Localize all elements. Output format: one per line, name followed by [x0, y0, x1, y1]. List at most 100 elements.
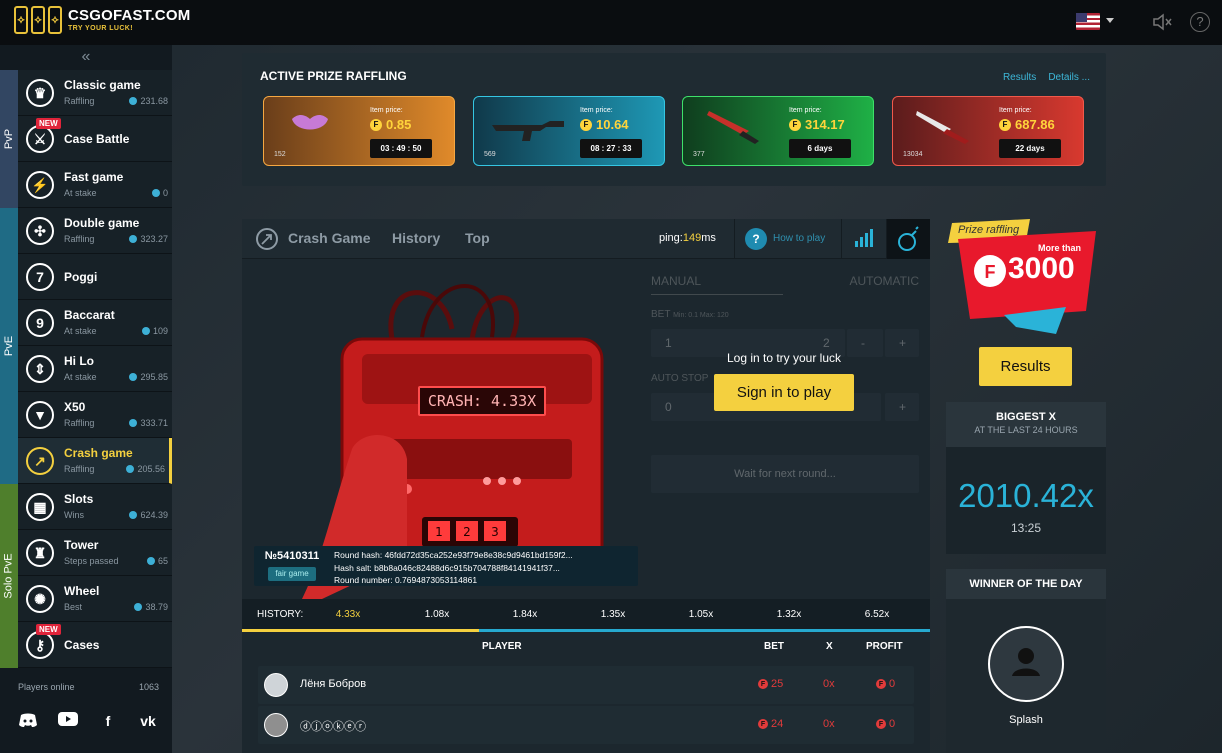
social-links: f vk	[18, 712, 158, 730]
tab-top[interactable]: Top	[465, 230, 490, 246]
tower-icon: ♜	[26, 539, 54, 567]
col-profit: PROFIT	[866, 641, 903, 652]
sidebar-item-cases[interactable]: ⚷ NEW Cases	[18, 622, 172, 668]
crash-arrow-icon: ↗	[26, 447, 54, 475]
player-name[interactable]: Лёня Бобров	[300, 678, 366, 690]
sidebar-item-wheel[interactable]: ✺ Wheel Best 38.79	[18, 576, 172, 622]
hash-salt: Hash salt: b8b8a046c82488d6c915b704788f8…	[334, 562, 560, 573]
youtube-icon[interactable]	[58, 712, 78, 730]
prize-timer: 08 : 27 : 33	[580, 139, 642, 158]
history-item[interactable]: 1.32x	[745, 609, 833, 620]
sidebar-item-sub: Steps passed	[64, 556, 119, 566]
sidebar-item-value: 0	[151, 188, 168, 198]
sidebar-item-value: 205.56	[126, 464, 165, 474]
sidebar-item-value: 333.71	[129, 418, 168, 428]
avatar[interactable]	[264, 673, 288, 697]
prize-raffling-promo[interactable]: F Prize raffling More than 3000	[946, 219, 1106, 339]
section-solo-pve: Solo PvE	[0, 484, 18, 668]
section-pve: PvE	[0, 208, 18, 484]
help-icon[interactable]: ?	[1190, 12, 1210, 32]
sidebar-item-value: 295.85	[129, 372, 168, 382]
prize-card[interactable]: Item price: F 10.64 08 : 27 : 33 569	[473, 96, 665, 166]
prize-card[interactable]: Item price: F 0.85 03 : 49 : 50 152	[263, 96, 455, 166]
round-id: №5410311	[264, 550, 320, 562]
player-name[interactable]: ⓓⓙⓞⓚⓔⓡ	[300, 718, 366, 734]
sidebar-item-double-game[interactable]: ✣ Double game Raffling 323.27	[18, 208, 172, 254]
vk-icon[interactable]: vk	[138, 712, 158, 730]
results-button[interactable]: Results	[979, 347, 1072, 386]
prize-results-link[interactable]: Results	[1003, 72, 1036, 83]
player-bet: F 25	[758, 678, 783, 690]
us-flag-icon[interactable]	[1076, 13, 1100, 30]
history-item[interactable]: 6.52x	[833, 609, 921, 620]
sidebar-item-poggi[interactable]: 7 Poggi	[18, 254, 172, 300]
signal-bars-icon[interactable]	[843, 219, 887, 259]
prize-timer: 6 days	[789, 139, 851, 158]
sidebar-item-slots[interactable]: ▦ Slots Wins 624.39	[18, 484, 172, 530]
sidebar-item-value: 38.79	[134, 602, 168, 612]
question-icon: ?	[745, 228, 767, 250]
sidebar-item-classic-game[interactable]: ♛ Classic game Raffling 231.68	[18, 70, 172, 116]
sidebar-item-sub: At stake	[64, 188, 97, 198]
prize-details-link[interactable]: Details ...	[1048, 72, 1090, 83]
wait-round-button[interactable]: Wait for next round...	[651, 455, 919, 493]
sidebar-item-fast-game[interactable]: ⚡ Fast game At stake 0	[18, 162, 172, 208]
sidebar-item-crash-game[interactable]: ↗ Crash game Raffling 205.56	[18, 438, 172, 484]
sidebar-item-sub: At stake	[64, 326, 97, 336]
autostop-increase-button[interactable]: +	[885, 393, 919, 421]
sidebar-item-tower[interactable]: ♜ Tower Steps passed 65	[18, 530, 172, 576]
prize-title: ACTIVE PRIZE RAFFLING	[260, 69, 407, 83]
tab-crash-game[interactable]: Crash Game	[288, 230, 370, 246]
history-item[interactable]: 4.33x	[304, 609, 392, 620]
speaker-muted-icon[interactable]	[1152, 12, 1174, 32]
tab-manual[interactable]: MANUAL	[651, 274, 701, 288]
winner-avatar[interactable]	[988, 626, 1064, 702]
winner-name[interactable]: Splash	[946, 714, 1106, 726]
login-overlay: Log in to try your luck Sign in to play	[714, 351, 854, 411]
prize-price: F 10.64	[580, 117, 629, 132]
collapse-sidebar-icon[interactable]: «	[0, 45, 172, 69]
biggest-x-panel: BIGGEST X AT THE LAST 24 HOURS 2010.42x …	[946, 402, 1106, 554]
history-item[interactable]: 1.05x	[657, 609, 745, 620]
section-pvp: PvP	[0, 70, 18, 208]
player-profit: F0	[876, 718, 895, 730]
bomb-icon[interactable]	[887, 219, 930, 259]
autostop-label: AUTO STOP	[651, 373, 709, 384]
history-item[interactable]: 1.35x	[569, 609, 657, 620]
sidebar-item-case-battle[interactable]: ⚔ NEW Case Battle	[18, 116, 172, 162]
history-item[interactable]: 1.08x	[393, 609, 481, 620]
avatar[interactable]	[264, 713, 288, 737]
bet-increase-button[interactable]: +	[885, 329, 919, 357]
game-tabs: Crash Game History Top ping:149ms ? How …	[242, 219, 930, 259]
sidebar-item-sub: At stake	[64, 372, 97, 382]
sidebar-item-hi-lo[interactable]: ⇕ Hi Lo At stake 295.85	[18, 346, 172, 392]
winner-of-day-panel: WINNER OF THE DAY Splash	[946, 569, 1106, 753]
tab-history[interactable]: History	[392, 230, 440, 246]
history-bar: HISTORY: 4.33x 1.08x 1.84x 1.35x 1.05x 1…	[242, 599, 930, 632]
history-item[interactable]: 1.84x	[481, 609, 569, 620]
sidebar-item-sub: Wins	[64, 510, 84, 520]
sidebar-item-baccarat[interactable]: 9 Baccarat At stake 109	[18, 300, 172, 346]
biggest-x-value: 2010.42x	[958, 477, 1094, 514]
svg-text:3: 3	[491, 525, 499, 539]
sidebar-item-sub: Raffling	[64, 418, 95, 428]
knife-icon	[916, 111, 969, 144]
logo[interactable]: ⟡ ⟡ ⟡ CSGOFAST.COM TRY YOUR LUCK!	[14, 6, 190, 34]
prize-card[interactable]: Item price: F 687.86 22 days 13034	[892, 96, 1084, 166]
sidebar-item-x50[interactable]: ▼ X50 Raffling 333.71	[18, 392, 172, 438]
chevron-down-icon[interactable]	[1106, 18, 1114, 23]
facebook-icon[interactable]: f	[98, 712, 118, 730]
tab-automatic[interactable]: AUTOMATIC	[849, 274, 919, 288]
how-to-play-button[interactable]: ? How to play	[734, 219, 842, 259]
x50-icon: ▼	[26, 401, 54, 429]
participants-count: 569	[484, 151, 496, 158]
fair-game-button[interactable]: fair game	[268, 567, 316, 581]
sidebar-item-label: Case Battle	[64, 132, 130, 146]
sidebar: « PvP PvE Solo PvE ♛ Classic game Raffling…	[0, 45, 172, 753]
sign-in-button[interactable]: Sign in to play	[714, 374, 854, 411]
discord-icon[interactable]	[18, 712, 38, 730]
prize-card[interactable]: Item price: F 314.17 6 days 377	[682, 96, 874, 166]
round-hash-box: №5410311 fair game Round hash: 46fdd72d3…	[254, 546, 638, 586]
biggest-x-time: 13:25	[1010, 521, 1042, 535]
players-online-count: 1063	[138, 682, 159, 692]
